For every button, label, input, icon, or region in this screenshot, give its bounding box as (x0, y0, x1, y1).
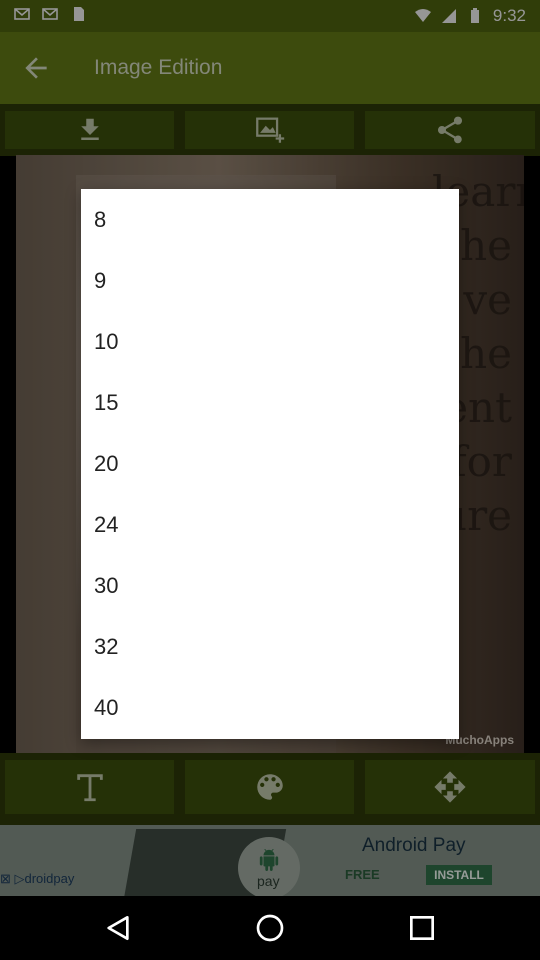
menu-item-size[interactable]: 9 (81, 250, 459, 311)
recents-nav-icon[interactable] (406, 912, 438, 944)
menu-item-size[interactable]: 15 (81, 372, 459, 433)
menu-item-size[interactable]: 24 (81, 494, 459, 555)
menu-item-size[interactable]: 32 (81, 616, 459, 677)
home-nav-icon[interactable] (254, 912, 286, 944)
menu-item-size[interactable]: 40 (81, 677, 459, 738)
back-nav-icon[interactable] (102, 912, 134, 944)
menu-item-size[interactable]: 30 (81, 555, 459, 616)
navigation-bar (0, 896, 540, 960)
menu-item-size[interactable]: 20 (81, 433, 459, 494)
menu-item-size[interactable]: 8 (81, 189, 459, 250)
font-size-popup-menu: 8 9 10 15 20 24 30 32 40 (81, 189, 459, 739)
menu-item-size[interactable]: 10 (81, 311, 459, 372)
